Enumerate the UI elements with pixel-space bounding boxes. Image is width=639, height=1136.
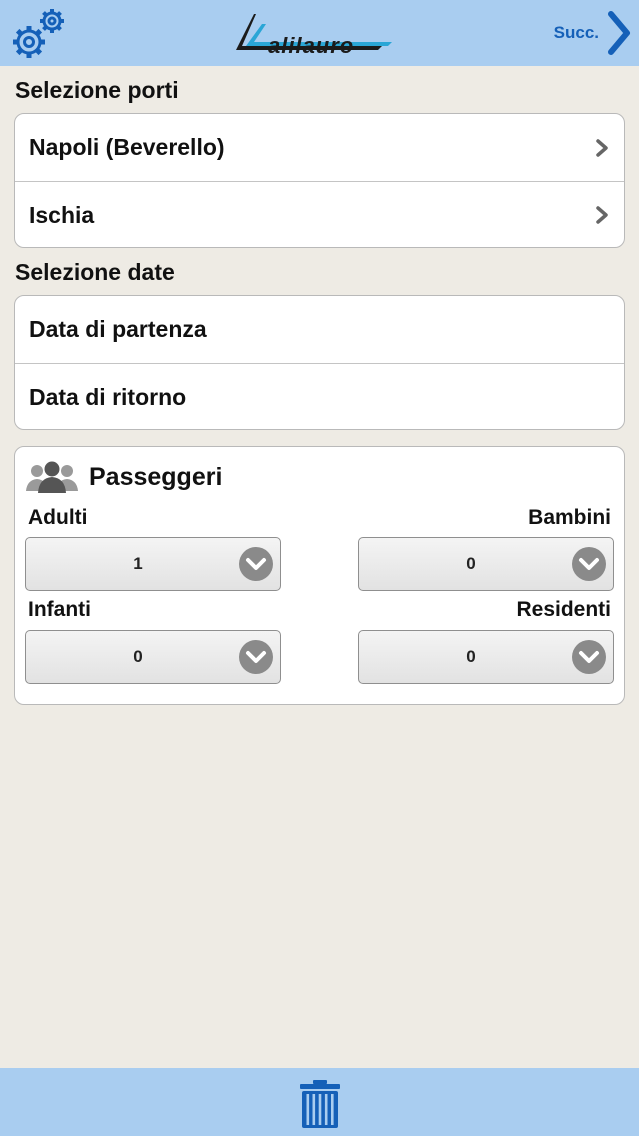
ports-card: Napoli (Beverello) Ischia	[14, 113, 625, 248]
top-bar: alilauro Succ.	[0, 0, 639, 66]
children-select[interactable]: 0	[358, 537, 614, 591]
chevron-right-icon	[596, 138, 608, 157]
passengers-header: Passeggeri	[25, 459, 222, 495]
trash-icon	[300, 1080, 340, 1128]
infants-label: Infanti	[28, 598, 91, 621]
chevron-right-icon	[596, 206, 608, 224]
ports-section-title: Selezione porti	[15, 77, 179, 103]
chevron-down-circle-icon	[239, 640, 273, 674]
delete-button[interactable]	[298, 1079, 342, 1129]
settings-button[interactable]	[8, 4, 72, 62]
passengers-title: Passeggeri	[89, 462, 223, 491]
arrival-port-label: Ischia	[29, 201, 95, 228]
residents-label: Residenti	[516, 598, 611, 621]
passengers-card: Passeggeri Adulti Bambini 1 0 Infanti Re…	[14, 446, 625, 705]
chevron-right-icon	[608, 11, 630, 55]
return-date-row[interactable]: Data di ritorno	[15, 363, 624, 429]
departure-port-label: Napoli (Beverello)	[29, 134, 225, 160]
adults-select[interactable]: 1	[25, 537, 281, 591]
residents-value: 0	[466, 647, 476, 666]
next-button[interactable]: Succ.	[554, 8, 633, 58]
children-value: 0	[466, 554, 476, 573]
dates-section-title: Selezione date	[15, 259, 175, 285]
departure-date-label: Data di partenza	[29, 316, 207, 342]
gear-icon	[13, 9, 64, 58]
next-label: Succ.	[553, 23, 599, 42]
arrival-port-row[interactable]: Ischia	[15, 181, 624, 247]
departure-port-row[interactable]: Napoli (Beverello)	[15, 114, 624, 181]
adults-value: 1	[133, 554, 143, 573]
infants-value: 0	[133, 647, 143, 666]
dates-card: Data di partenza Data di ritorno	[14, 295, 625, 430]
chevron-down-circle-icon	[239, 547, 273, 581]
chevron-down-circle-icon	[572, 640, 606, 674]
children-label: Bambini	[528, 506, 611, 529]
people-icon	[26, 461, 78, 493]
infants-select[interactable]: 0	[25, 630, 281, 684]
adults-label: Adulti	[28, 506, 88, 529]
alilauro-logo: alilauro	[232, 10, 408, 60]
chevron-down-circle-icon	[572, 547, 606, 581]
bottom-bar	[0, 1068, 639, 1136]
logo-text: alilauro	[268, 33, 354, 58]
departure-date-row[interactable]: Data di partenza	[15, 296, 624, 363]
residents-select[interactable]: 0	[358, 630, 614, 684]
return-date-label: Data di ritorno	[29, 383, 187, 410]
